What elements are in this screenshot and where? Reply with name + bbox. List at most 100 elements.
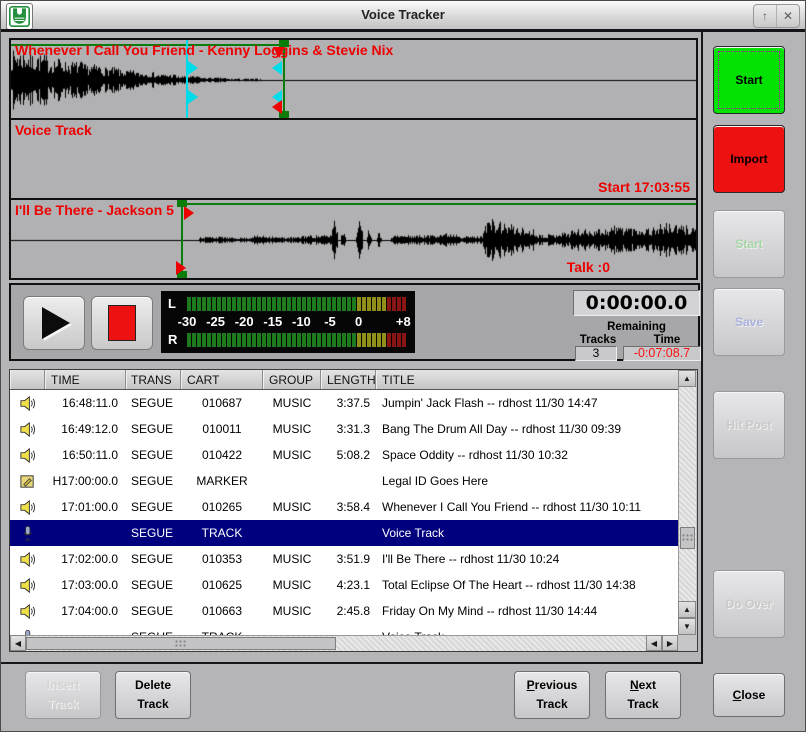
scroll-left-icon[interactable]: ◀: [646, 635, 662, 651]
next-track-button[interactable]: Next Track: [605, 671, 681, 719]
row-trans: SEGUE: [126, 396, 181, 410]
fade-marker-handle[interactable]: [188, 90, 198, 104]
vu-segment: [347, 333, 351, 347]
row-trans: SEGUE: [126, 500, 181, 514]
vu-segment: [357, 333, 361, 347]
start-marker-handle[interactable]: [176, 261, 186, 275]
vu-segment: [307, 333, 311, 347]
vu-scale-label: -15: [263, 312, 282, 332]
delete-track-button[interactable]: Delete Track: [115, 671, 191, 719]
table-row[interactable]: SEGUE TRACK Voice Track: [10, 624, 678, 635]
start-record-button[interactable]: Start: [713, 46, 785, 114]
table-row[interactable]: SEGUE TRACK Voice Track: [10, 520, 678, 546]
maximize-icon[interactable]: ↑: [754, 5, 776, 27]
table-row[interactable]: 16:49:12.0 SEGUE 010011 MUSIC 3:31.3 Ban…: [10, 416, 678, 442]
hit-post-button[interactable]: Hit Post: [713, 391, 785, 459]
vu-segment: [252, 297, 256, 311]
vu-segment: [187, 297, 191, 311]
scroll-right-icon[interactable]: ▶: [662, 635, 678, 651]
start-play-button[interactable]: Start: [713, 210, 785, 278]
speaker-icon: [10, 499, 45, 516]
scroll-down-icon[interactable]: ▼: [678, 618, 696, 635]
vu-segment: [192, 333, 196, 347]
stop-button[interactable]: [91, 296, 153, 350]
hscroll-thumb[interactable]: [26, 637, 336, 650]
vu-segment: [317, 297, 321, 311]
vu-segment: [192, 297, 196, 311]
vu-segment: [242, 333, 246, 347]
waveform-panel-next-track[interactable]: I'll Be There - Jackson 5 Talk :0: [11, 200, 696, 278]
table-row[interactable]: 17:01:00.0 SEGUE 010265 MUSIC 3:58.4 Whe…: [10, 494, 678, 520]
vu-segment: [272, 333, 276, 347]
play-button[interactable]: [23, 296, 85, 350]
row-time: 17:04:00.0: [45, 604, 126, 618]
remaining-label: Remaining: [573, 321, 700, 333]
vscroll-track[interactable]: [678, 387, 696, 601]
vu-scale-label: -20: [235, 312, 254, 332]
vu-segment: [382, 297, 386, 311]
fade-end-handle[interactable]: [272, 61, 282, 75]
titlebar-divider: [1, 29, 805, 32]
vu-segment: [282, 297, 286, 311]
scroll-left-icon[interactable]: ◀: [10, 635, 26, 651]
table-row[interactable]: 16:50:11.0 SEGUE 010422 MUSIC 5:08.2 Spa…: [10, 442, 678, 468]
row-title: I'll Be There -- rdhost 11/30 10:24: [376, 552, 678, 566]
horizontal-scrollbar[interactable]: ◀ ◀ ▶: [10, 635, 678, 651]
vu-segment: [342, 297, 346, 311]
start-marker-icon[interactable]: [184, 206, 194, 220]
row-group: MUSIC: [263, 604, 321, 618]
vu-left-segments: [187, 297, 409, 311]
row-length: 3:37.5: [321, 396, 376, 410]
column-header-cart: CART: [181, 370, 263, 389]
vu-segment: [327, 333, 331, 347]
insert-track-button[interactable]: Insert Track: [25, 671, 101, 719]
previous-track-button[interactable]: Previous Track: [514, 671, 590, 719]
table-row[interactable]: 17:03:00.0 SEGUE 010625 MUSIC 4:23.1 Tot…: [10, 572, 678, 598]
row-title: Jumpin' Jack Flash -- rdhost 11/30 14:47: [376, 396, 678, 410]
vu-segment: [302, 333, 306, 347]
waveform-panel-voice-track[interactable]: Voice Track Start 17:03:55: [11, 120, 696, 200]
table-row[interactable]: H17:00:00.0 SEGUE MARKER Legal ID Goes H…: [10, 468, 678, 494]
vu-segment: [392, 333, 396, 347]
vu-segment: [282, 333, 286, 347]
table-row[interactable]: 17:04:00.0 SEGUE 010663 MUSIC 2:45.8 Fri…: [10, 598, 678, 624]
vu-segment: [372, 297, 376, 311]
vu-segment: [377, 297, 381, 311]
scroll-up-icon[interactable]: ▲: [678, 601, 696, 618]
row-group: MUSIC: [263, 500, 321, 514]
vertical-divider: [701, 32, 703, 662]
vscroll-thumb[interactable]: [680, 527, 695, 549]
do-over-button[interactable]: Do Over: [713, 570, 785, 638]
vu-segment: [382, 333, 386, 347]
import-button[interactable]: Import: [713, 125, 785, 193]
remaining-tracks-value: 3: [575, 346, 617, 361]
panel-track-title: Whenever I Call You Friend - Kenny Loggi…: [15, 42, 393, 58]
button-label: Next: [606, 676, 680, 695]
row-trans: SEGUE: [126, 448, 181, 462]
vu-segment: [227, 297, 231, 311]
remaining-tracks-label: Tracks: [573, 334, 623, 346]
save-button[interactable]: Save: [713, 288, 785, 356]
vu-segment: [372, 333, 376, 347]
vertical-scrollbar[interactable]: ▲ ▲ ▼: [678, 370, 696, 635]
vu-segment: [237, 333, 241, 347]
vu-right-label: R: [168, 333, 177, 347]
hscroll-track[interactable]: [26, 635, 646, 651]
close-button[interactable]: Close: [713, 673, 785, 717]
row-time: H17:00:00.0: [45, 474, 126, 488]
scroll-up-icon[interactable]: ▲: [678, 370, 696, 387]
row-title: Legal ID Goes Here: [376, 474, 678, 488]
close-window-icon[interactable]: ✕: [776, 5, 799, 27]
table-row[interactable]: 16:48:11.0 SEGUE 010687 MUSIC 3:37.5 Jum…: [10, 390, 678, 416]
fade-marker-handle[interactable]: [188, 61, 198, 75]
vu-segment: [247, 297, 251, 311]
end-marker-handle[interactable]: [272, 100, 282, 114]
window-title: Voice Tracker: [1, 1, 805, 29]
row-title: Total Eclipse Of The Heart -- rdhost 11/…: [376, 578, 678, 592]
vu-segment: [322, 333, 326, 347]
table-row[interactable]: 17:02:00.0 SEGUE 010353 MUSIC 3:51.9 I'l…: [10, 546, 678, 572]
speaker-icon: [10, 395, 45, 412]
row-length: 4:23.1: [321, 578, 376, 592]
waveform-panel-previous-track[interactable]: Whenever I Call You Friend - Kenny Loggi…: [11, 40, 696, 120]
row-length: 3:31.3: [321, 422, 376, 436]
